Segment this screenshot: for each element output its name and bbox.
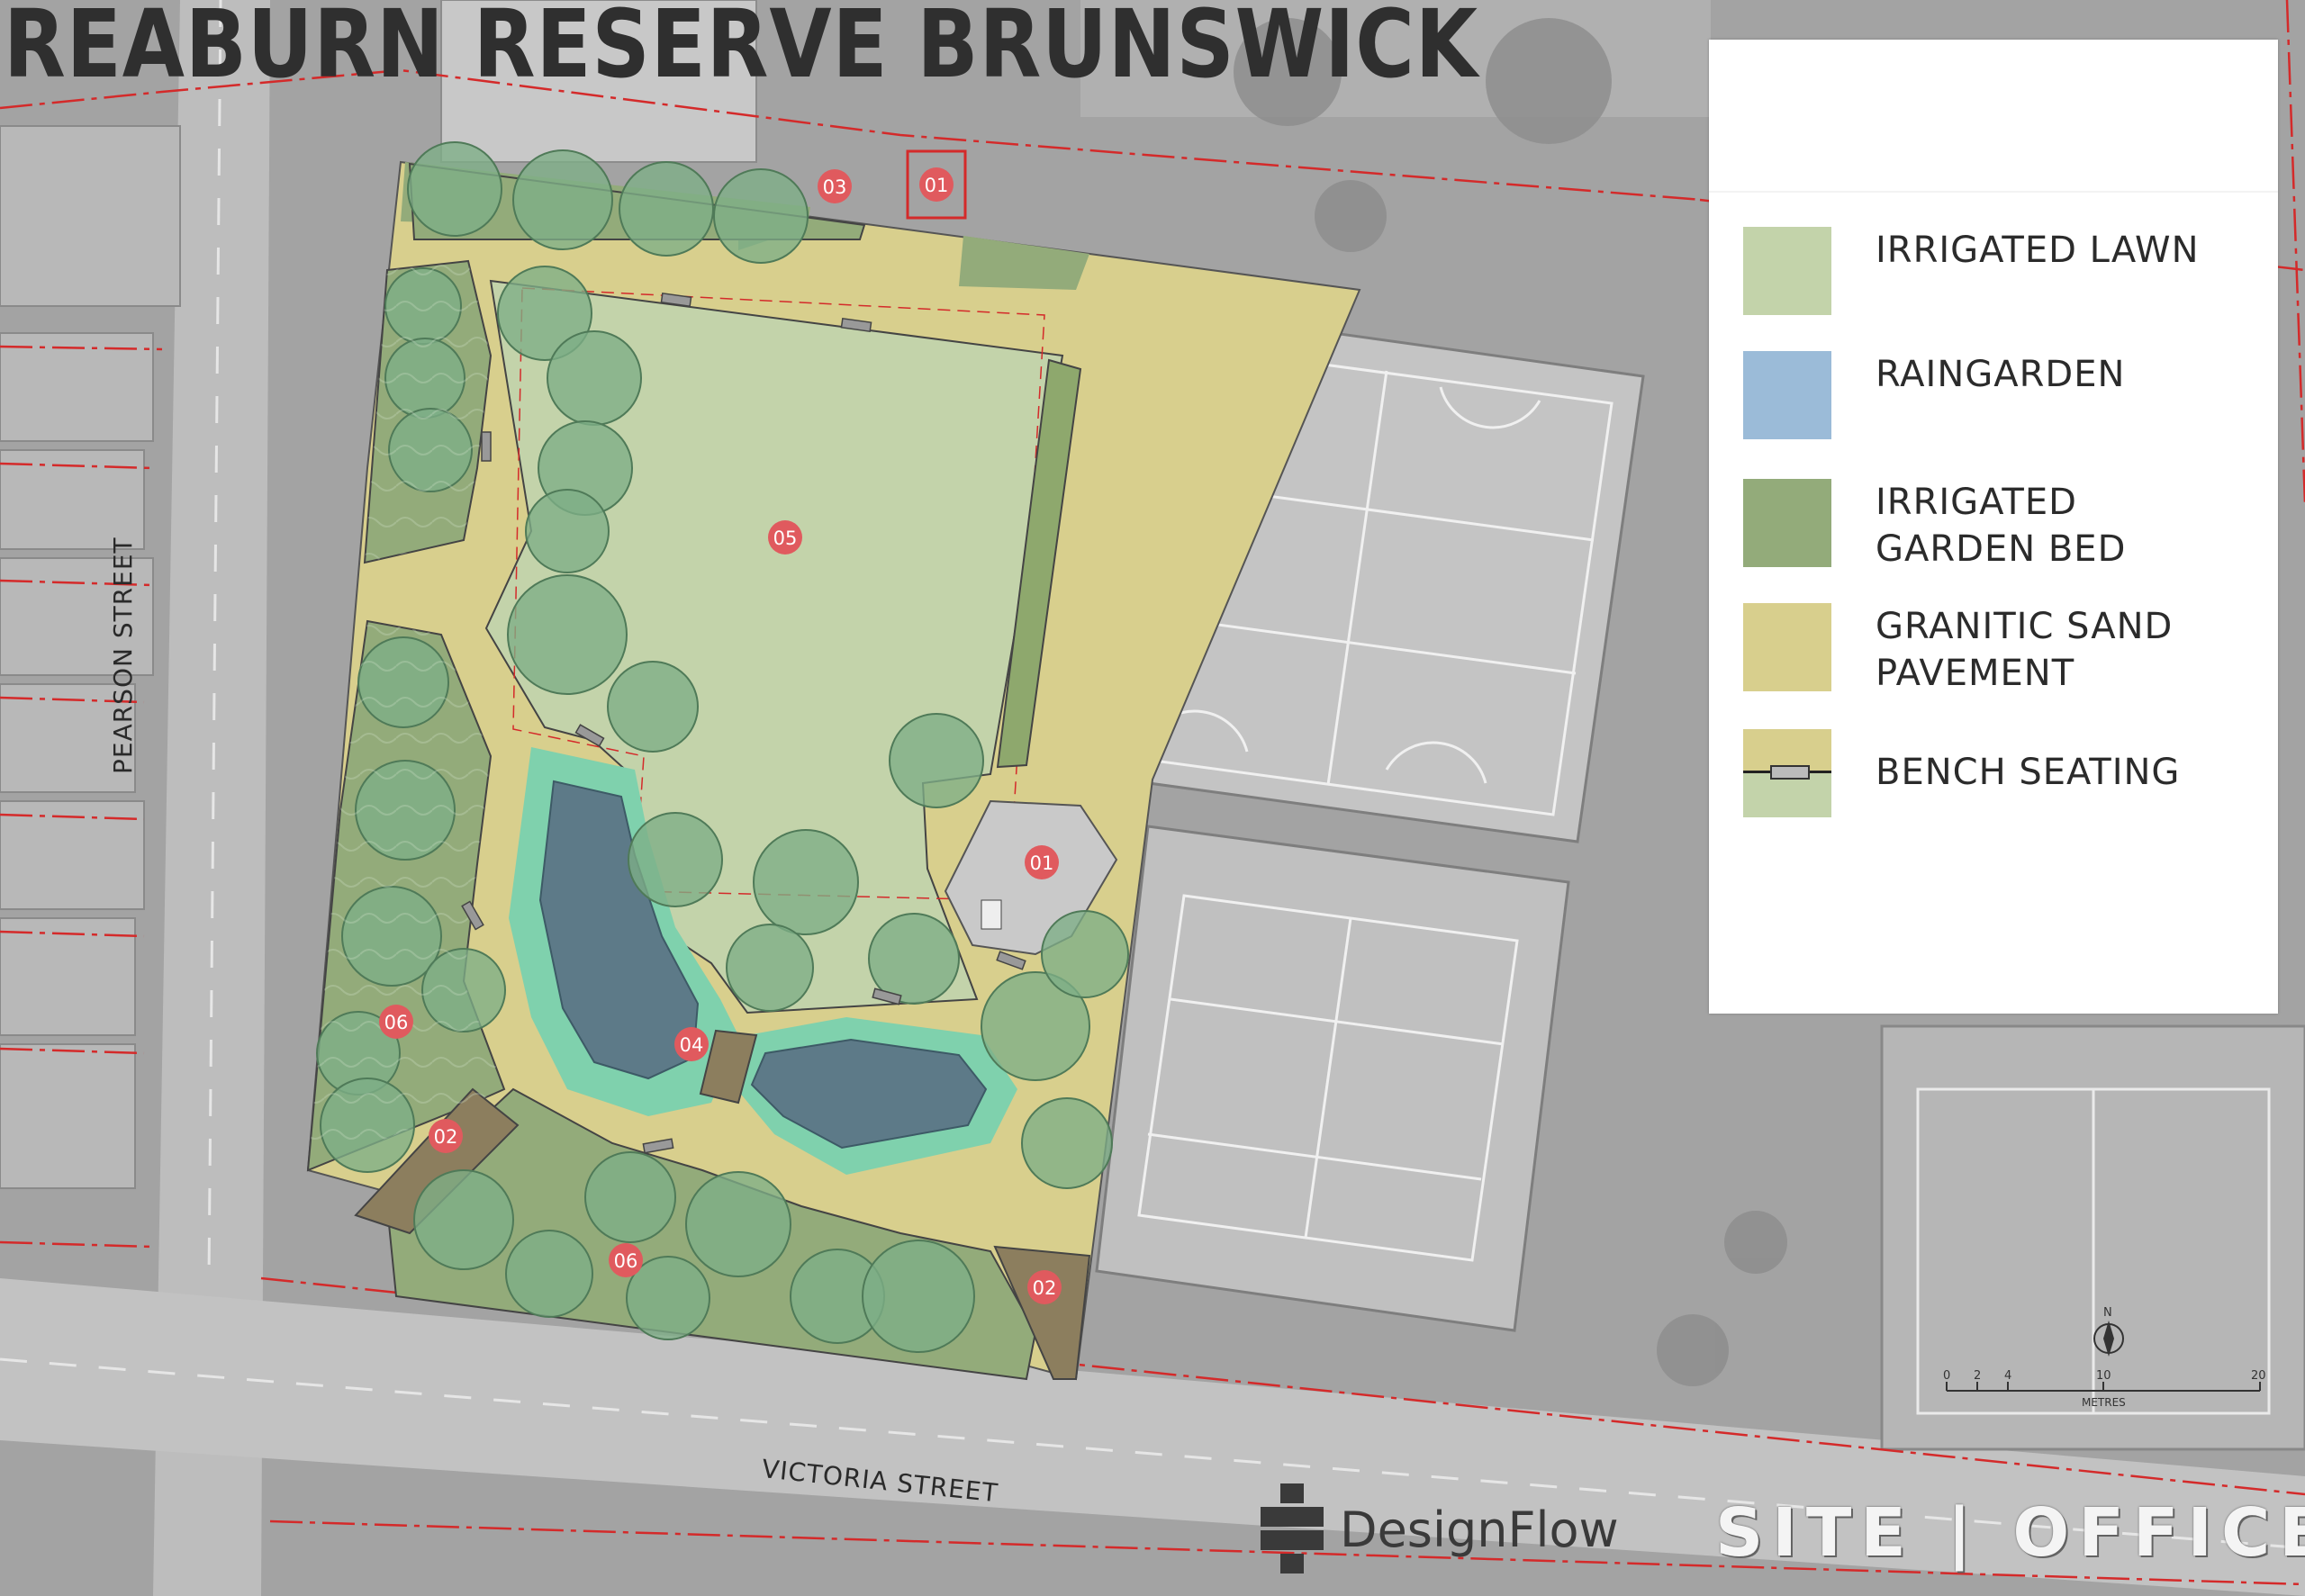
garden-bed-swatch [1743, 479, 1831, 567]
legend-label: IRRIGATED LAWN [1876, 230, 2200, 271]
marker-02-left: 02 [429, 1119, 463, 1153]
svg-text:03: 03 [823, 176, 847, 198]
legend-label: BENCH SEATING [1876, 752, 2181, 793]
marker-04: 04 [674, 1027, 709, 1061]
designflow-mark-icon [1261, 1483, 1324, 1573]
scale-tick-label: 0 [1943, 1369, 1950, 1383]
designflow-text: DesignFlow [1340, 1501, 1619, 1558]
raingarden-swatch [1743, 351, 1831, 439]
scale-unit-label: METRES [2082, 1396, 2126, 1409]
scale-tick-label: 4 [2004, 1369, 2011, 1383]
marker-06-bottom: 06 [609, 1243, 643, 1277]
scale-tick-label: 10 [2096, 1369, 2111, 1383]
north-label: N [2103, 1306, 2112, 1320]
svg-text:01: 01 [1030, 852, 1054, 874]
marker-05: 05 [768, 520, 802, 555]
marker-01-building: 01 [1025, 845, 1059, 879]
legend-panel: IRRIGATED LAWN RAINGARDEN IRRIGATED GARD… [1709, 40, 2278, 1014]
marker-02-right: 02 [1027, 1270, 1062, 1304]
svg-text:02: 02 [434, 1126, 458, 1148]
marker-06-left: 06 [379, 1005, 413, 1039]
marker-01-top: 01 [919, 167, 954, 202]
svg-text:05: 05 [773, 527, 798, 549]
legend-label: GRANITIC SAND PAVEMENT [1876, 606, 2174, 694]
svg-text:06: 06 [614, 1250, 638, 1272]
svg-text:04: 04 [680, 1034, 704, 1056]
scale-tick-label: 20 [2251, 1369, 2266, 1383]
irrigated-lawn-swatch [1743, 227, 1831, 315]
page-title: REABURN RESERVE BRUNSWICK [4, 0, 1478, 99]
svg-text:06: 06 [384, 1012, 409, 1033]
legend-label: RAINGARDEN [1876, 354, 2126, 395]
scale-tick-label: 2 [1974, 1369, 1981, 1383]
pearson-street-label: PEARSON STREET [108, 537, 138, 774]
granitic-sand-swatch [1743, 603, 1831, 691]
bench-icon [1770, 765, 1810, 780]
bench-seating-swatch [1743, 729, 1831, 817]
svg-text:01: 01 [925, 175, 949, 196]
marker-03: 03 [818, 169, 852, 203]
site-office-logo: SITE | OFFICE [1715, 1494, 2305, 1572]
svg-text:02: 02 [1033, 1277, 1057, 1299]
legend-label: IRRIGATED GARDEN BED [1876, 482, 2127, 570]
